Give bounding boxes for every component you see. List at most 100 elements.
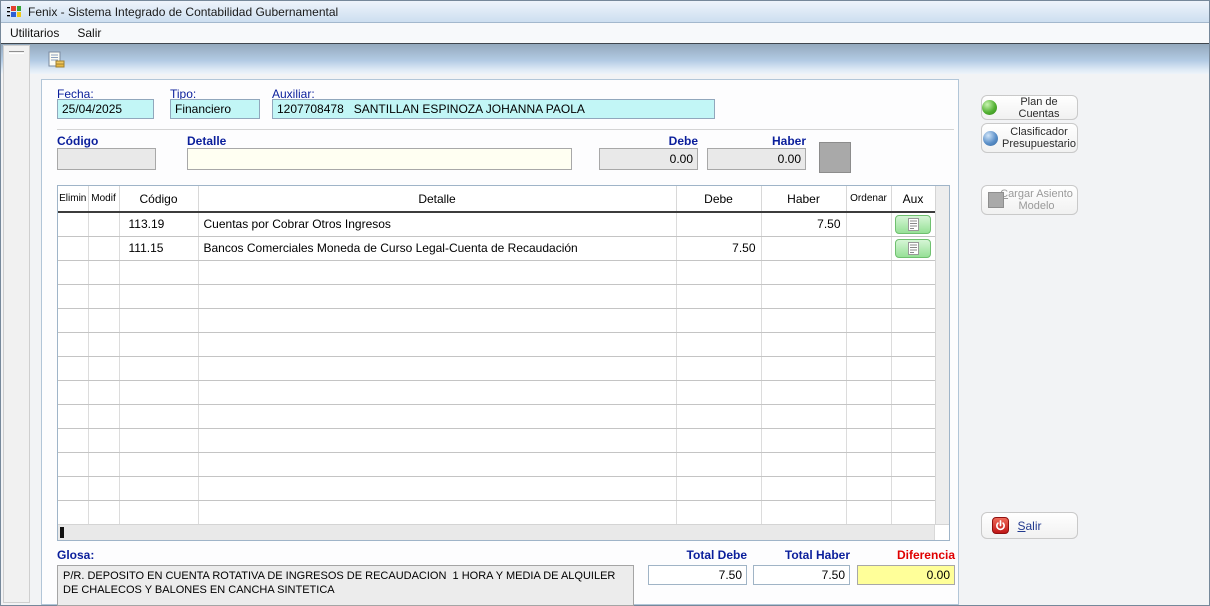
cell-elimin[interactable] xyxy=(58,380,88,404)
cell-detalle[interactable] xyxy=(198,476,676,500)
cell-detalle[interactable] xyxy=(198,284,676,308)
cell-modif[interactable] xyxy=(88,260,119,284)
aux-detail-button[interactable] xyxy=(895,239,931,258)
cell-detalle[interactable] xyxy=(198,452,676,476)
table-row[interactable]: 113.19 Cuentas por Cobrar Otros Ingresos… xyxy=(58,212,935,236)
cell-ordenar[interactable] xyxy=(846,308,891,332)
cell-haber[interactable] xyxy=(761,404,846,428)
menu-utilitarios[interactable]: Utilitarios xyxy=(1,23,68,43)
cell-detalle[interactable] xyxy=(198,428,676,452)
cell-haber[interactable] xyxy=(761,500,846,524)
cell-debe[interactable] xyxy=(676,452,761,476)
cell-modif[interactable] xyxy=(88,428,119,452)
cell-ordenar[interactable] xyxy=(846,356,891,380)
cell-haber[interactable] xyxy=(761,380,846,404)
cell-debe[interactable] xyxy=(676,380,761,404)
cell-modif[interactable] xyxy=(88,212,119,236)
cell-debe[interactable] xyxy=(676,212,761,236)
collapsed-side-panel[interactable] xyxy=(3,45,30,603)
cell-debe[interactable] xyxy=(676,428,761,452)
cell-elimin[interactable] xyxy=(58,452,88,476)
table-row[interactable] xyxy=(58,404,935,428)
cell-elimin[interactable] xyxy=(58,476,88,500)
cell-debe[interactable] xyxy=(676,260,761,284)
cell-ordenar[interactable] xyxy=(846,428,891,452)
cell-modif[interactable] xyxy=(88,452,119,476)
cell-debe[interactable] xyxy=(676,284,761,308)
cell-codigo[interactable] xyxy=(119,332,198,356)
cell-elimin[interactable] xyxy=(58,356,88,380)
cell-haber[interactable]: 7.50 xyxy=(761,212,846,236)
table-row[interactable] xyxy=(58,428,935,452)
cell-ordenar[interactable] xyxy=(846,236,891,260)
table-row[interactable] xyxy=(58,260,935,284)
cell-ordenar[interactable] xyxy=(846,212,891,236)
haber-input[interactable] xyxy=(707,148,806,170)
cell-detalle[interactable] xyxy=(198,308,676,332)
cell-codigo[interactable] xyxy=(119,380,198,404)
cell-modif[interactable] xyxy=(88,284,119,308)
cell-elimin[interactable] xyxy=(58,428,88,452)
clasificador-presupuestario-button[interactable]: Clasificador Presupuestario xyxy=(981,123,1078,153)
cell-codigo[interactable]: 111.15 xyxy=(119,236,198,260)
cell-codigo[interactable]: 113.19 xyxy=(119,212,198,236)
cell-detalle[interactable]: Cuentas por Cobrar Otros Ingresos xyxy=(198,212,676,236)
table-row[interactable] xyxy=(58,284,935,308)
tipo-input[interactable] xyxy=(170,99,260,119)
table-row[interactable] xyxy=(58,476,935,500)
cell-ordenar[interactable] xyxy=(846,332,891,356)
scrollbar-thumb[interactable] xyxy=(60,527,64,538)
cell-debe[interactable] xyxy=(676,476,761,500)
cell-elimin[interactable] xyxy=(58,236,88,260)
cell-modif[interactable] xyxy=(88,356,119,380)
cell-haber[interactable] xyxy=(761,332,846,356)
salir-button[interactable]: Salir xyxy=(981,512,1078,539)
cell-debe[interactable]: 7.50 xyxy=(676,236,761,260)
cell-detalle[interactable] xyxy=(198,500,676,524)
cell-detalle[interactable] xyxy=(198,260,676,284)
cell-modif[interactable] xyxy=(88,308,119,332)
cell-modif[interactable] xyxy=(88,404,119,428)
glosa-textarea[interactable]: P/R. DEPOSITO EN CUENTA ROTATIVA DE INGR… xyxy=(57,565,634,606)
fecha-input[interactable] xyxy=(57,99,154,119)
vertical-scrollbar[interactable] xyxy=(935,186,949,524)
cell-elimin[interactable] xyxy=(58,212,88,236)
cell-haber[interactable] xyxy=(761,356,846,380)
cell-haber[interactable] xyxy=(761,452,846,476)
horizontal-scrollbar[interactable] xyxy=(58,524,949,540)
cell-elimin[interactable] xyxy=(58,332,88,356)
cell-codigo[interactable] xyxy=(119,452,198,476)
cell-modif[interactable] xyxy=(88,236,119,260)
cell-ordenar[interactable] xyxy=(846,452,891,476)
cell-haber[interactable] xyxy=(761,476,846,500)
cell-elimin[interactable] xyxy=(58,284,88,308)
cell-elimin[interactable] xyxy=(58,260,88,284)
plan-de-cuentas-button[interactable]: Plan de Cuentas xyxy=(981,95,1078,120)
cell-debe[interactable] xyxy=(676,404,761,428)
codigo-input[interactable] xyxy=(57,148,156,170)
cell-codigo[interactable] xyxy=(119,284,198,308)
new-entry-button[interactable] xyxy=(44,48,68,72)
cell-codigo[interactable] xyxy=(119,356,198,380)
cell-detalle[interactable] xyxy=(198,332,676,356)
table-row[interactable]: 111.15 Bancos Comerciales Moneda de Curs… xyxy=(58,236,935,260)
table-row[interactable] xyxy=(58,356,935,380)
cell-detalle[interactable]: Bancos Comerciales Moneda de Curso Legal… xyxy=(198,236,676,260)
cell-codigo[interactable] xyxy=(119,428,198,452)
cell-ordenar[interactable] xyxy=(846,260,891,284)
cell-haber[interactable] xyxy=(761,284,846,308)
cell-ordenar[interactable] xyxy=(846,476,891,500)
cell-debe[interactable] xyxy=(676,500,761,524)
auxiliar-input[interactable] xyxy=(272,99,715,119)
table-row[interactable] xyxy=(58,332,935,356)
cell-haber[interactable] xyxy=(761,236,846,260)
table-row[interactable] xyxy=(58,308,935,332)
cell-ordenar[interactable] xyxy=(846,380,891,404)
cell-codigo[interactable] xyxy=(119,260,198,284)
debe-input[interactable] xyxy=(599,148,698,170)
cell-codigo[interactable] xyxy=(119,500,198,524)
cell-codigo[interactable] xyxy=(119,308,198,332)
detalle-input[interactable] xyxy=(187,148,572,170)
cell-debe[interactable] xyxy=(676,332,761,356)
cell-modif[interactable] xyxy=(88,332,119,356)
